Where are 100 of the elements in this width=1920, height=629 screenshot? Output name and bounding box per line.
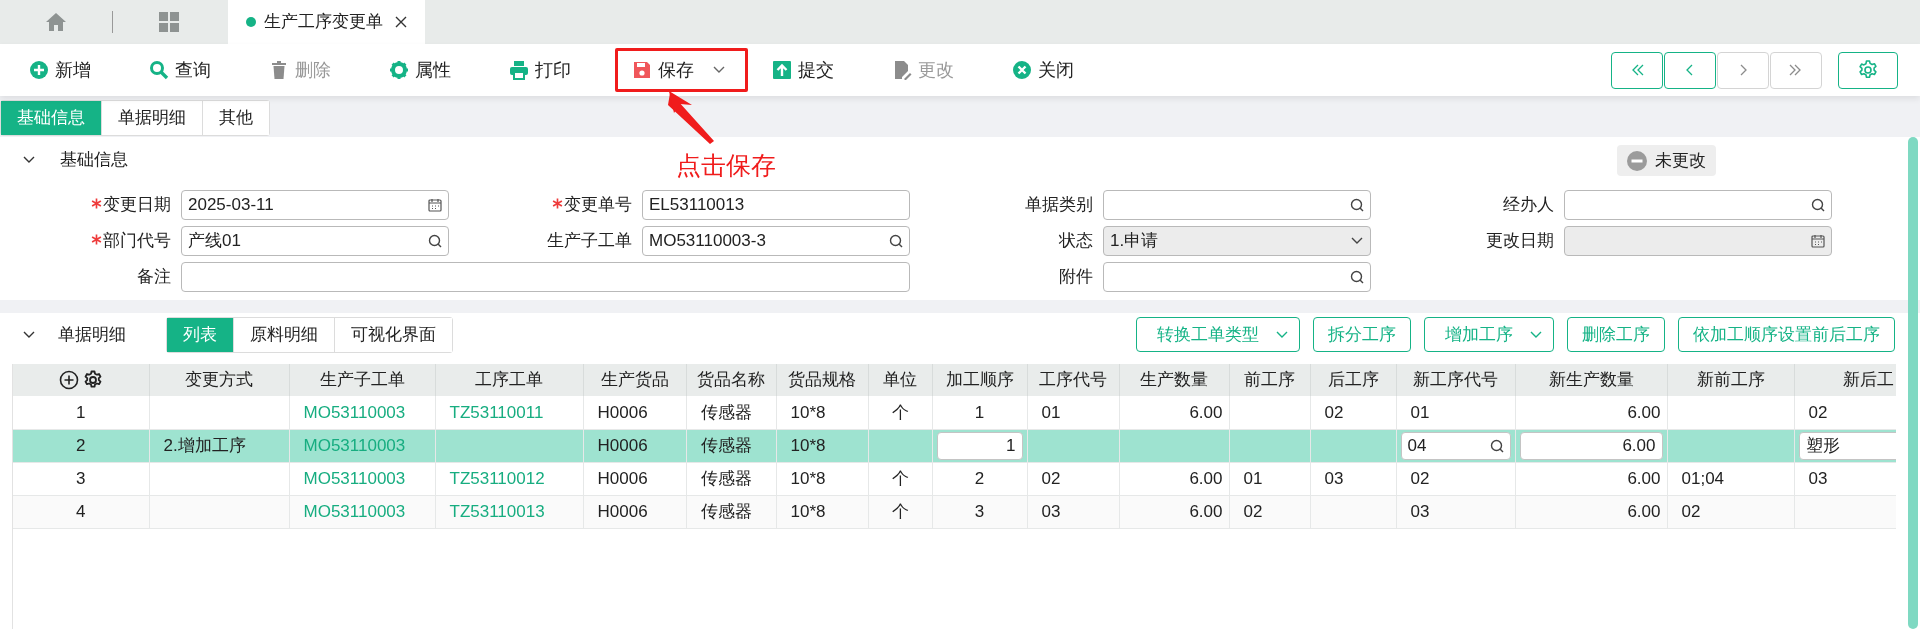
gear-icon [389, 60, 409, 80]
table-cell: H0006 [597, 402, 648, 422]
search-icon [1350, 198, 1364, 212]
caret-icon [1529, 329, 1543, 340]
input-field[interactable] [1564, 190, 1832, 220]
input-field[interactable] [1103, 262, 1371, 292]
table-cell: 6.00 [1189, 468, 1223, 488]
table-cell: 6.00 [1627, 501, 1661, 521]
search-icon [1811, 198, 1825, 212]
add-row-icon [58, 370, 79, 390]
input-field[interactable] [181, 262, 910, 292]
form-tab[interactable]: 其他 [202, 100, 269, 135]
table-cell: 传感器 [700, 435, 752, 455]
status-badge: 未更改 [1617, 145, 1716, 176]
field-label: 状态 [1059, 230, 1093, 253]
field-label: 更改日期 [1486, 230, 1554, 253]
toolbar-button[interactable]: 提交 [758, 48, 878, 92]
collapse-chevron-icon [22, 155, 36, 165]
table-cell: 03 [1324, 468, 1344, 488]
table-cell: 6.00 [1627, 468, 1661, 488]
annotation-text: 点击保存 [676, 150, 776, 181]
table-cell: 03 [1808, 468, 1828, 488]
search-icon [889, 234, 903, 248]
table-cell: 02 [1041, 468, 1061, 488]
table-cell: 02 [1410, 468, 1430, 488]
printer-icon [509, 60, 529, 80]
scrollbar[interactable] [1908, 137, 1918, 629]
table-cell: 01 [1041, 402, 1061, 422]
nav-button[interactable] [1611, 51, 1663, 89]
table-cell: 个 [891, 402, 909, 422]
table-cell: 01;04 [1681, 468, 1725, 488]
table-cell: 6.00 [1189, 501, 1223, 521]
chevron-down-icon [1350, 236, 1364, 246]
toolbar-button[interactable]: 属性 [375, 48, 495, 92]
table-cell: 10*8 [790, 501, 826, 521]
field-label: 生产子工单 [547, 230, 632, 253]
table-cell: 传感器 [700, 402, 752, 422]
table-cell: 传感器 [700, 468, 752, 488]
field-label: 变更日期 [103, 194, 171, 217]
tab-label: 生产工序变更单 [264, 11, 383, 34]
input-field[interactable] [1103, 190, 1371, 220]
document-edit-icon [892, 60, 912, 80]
table-cell: 2.增加工序 [163, 435, 246, 455]
table-cell: 3 [76, 468, 86, 488]
table-cell: 02 [1243, 501, 1263, 521]
table-cell: 10*8 [790, 435, 826, 455]
table-cell: H0006 [597, 435, 648, 455]
field-label: 附件 [1059, 266, 1093, 289]
table-cell: 6.00 [1189, 402, 1223, 422]
toolbar-button[interactable]: 新增 [15, 48, 135, 92]
toolbar-button[interactable]: 查询 [135, 48, 255, 92]
toolbar-button[interactable]: 关闭 [998, 48, 1118, 92]
table-cell: H0006 [597, 501, 648, 521]
toolbar-button[interactable]: 保存 [615, 48, 748, 92]
collapse-chevron-icon [22, 329, 36, 340]
table-cell: 02 [1808, 402, 1828, 422]
table-row[interactable]: 2 2.增加工序 MO53110003 H0006 传感器 10*8 1 04 6.00 塑形 [13, 429, 1896, 462]
table-cell: 2 [76, 435, 86, 455]
cell-input[interactable]: 6.00 [1519, 431, 1663, 460]
table-cell: 3 [974, 501, 985, 521]
trash-icon [269, 60, 289, 80]
close-icon [1012, 60, 1032, 80]
nav-button[interactable] [1664, 51, 1716, 89]
table-cell: 个 [891, 468, 909, 488]
table-cell: 6.00 [1627, 402, 1661, 422]
cell-input[interactable]: 1 [936, 431, 1023, 460]
grid-icon [158, 11, 180, 33]
view-tab[interactable]: 可视化界面 [334, 317, 452, 352]
settings-icon [1857, 59, 1879, 81]
input-field[interactable]: EL53110013 [642, 190, 910, 220]
close-icon [395, 16, 407, 28]
section-title: 基础信息 [60, 149, 128, 172]
table-cell: 个 [891, 501, 909, 521]
settings-button[interactable] [1838, 51, 1898, 89]
page-tab[interactable]: 生产工序变更单 [228, 0, 425, 44]
input-field[interactable]: 产线01 [181, 226, 449, 256]
search-icon [428, 234, 442, 248]
field-label: 变更单号 [564, 194, 632, 217]
section-title: 单据明细 [58, 323, 127, 346]
input-field[interactable]: 2025-03-11 [181, 190, 449, 220]
field-label: 经办人 [1503, 194, 1554, 217]
search-icon [149, 60, 169, 80]
field-label: 单据类别 [1025, 194, 1093, 217]
table-cell: 10*8 [790, 468, 826, 488]
toolbar-button[interactable]: 打印 [495, 48, 615, 92]
home-icon [45, 12, 67, 32]
calendar-icon [428, 198, 442, 212]
plus-circle-icon [29, 60, 49, 80]
table-cell: 1 [974, 402, 985, 422]
table-cell: 02 [1324, 402, 1344, 422]
input-field[interactable]: MO53110003-3 [642, 226, 910, 256]
cell-input[interactable]: 04 [1400, 431, 1511, 460]
table-cell: 01 [1410, 402, 1430, 422]
table-cell: 03 [1041, 501, 1061, 521]
table-cell: 1 [76, 402, 86, 422]
cell-input[interactable]: 塑形 [1798, 431, 1896, 460]
table-cell: 03 [1410, 501, 1430, 521]
table-cell: 10*8 [790, 402, 826, 422]
table-cell: 4 [76, 501, 86, 521]
field-label: 备注 [137, 266, 171, 289]
